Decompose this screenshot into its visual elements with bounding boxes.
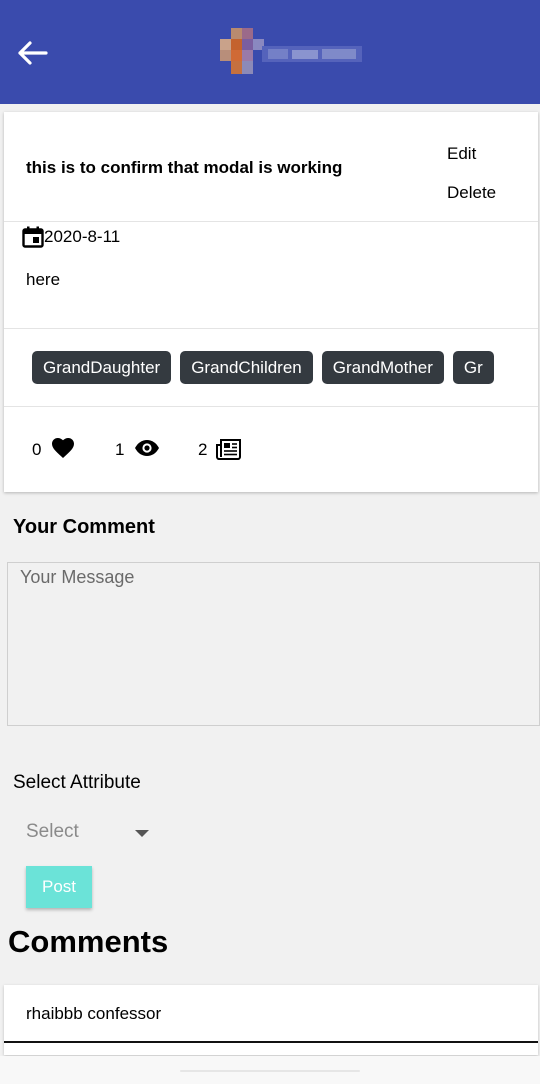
- tag-chip[interactable]: GrandDaughter: [32, 351, 172, 384]
- comments-count: 2: [198, 440, 208, 459]
- comment-author: rhaibbb confessor: [26, 1004, 162, 1023]
- divider: [4, 328, 538, 329]
- views-count: 1: [115, 440, 125, 459]
- attribute-select[interactable]: Select: [26, 821, 156, 849]
- chevron-down-icon: [135, 830, 149, 837]
- system-nav-bar: [0, 1056, 540, 1084]
- select-attribute-label: Select Attribute: [13, 772, 141, 793]
- comments-heading: Comments: [8, 924, 169, 959]
- newspaper-icon: [216, 438, 242, 465]
- tag-list[interactable]: GrandDaughter GrandChildren GrandMother Gr: [32, 351, 514, 387]
- select-value: Select: [26, 821, 79, 842]
- likes-count: 0: [32, 440, 42, 459]
- post-title: this is to confirm that modal is working: [26, 158, 343, 177]
- post-button[interactable]: Post: [26, 866, 92, 908]
- comment-divider: [4, 1041, 538, 1043]
- post-body: here: [26, 270, 61, 289]
- tag-chip[interactable]: Gr: [452, 351, 494, 384]
- calendar-icon: [22, 226, 44, 248]
- delete-menu-item[interactable]: Delete: [447, 183, 496, 203]
- message-input[interactable]: [7, 562, 540, 726]
- post-card: this is to confirm that modal is working…: [4, 112, 538, 492]
- edit-menu-item[interactable]: Edit: [447, 144, 476, 164]
- divider: [4, 221, 538, 222]
- tag-chip[interactable]: GrandMother: [321, 351, 444, 384]
- tag-chip[interactable]: GrandChildren: [180, 351, 313, 384]
- app-bar: [0, 0, 540, 104]
- post-date: 2020-8-11: [44, 227, 121, 246]
- comment-item: rhaibbb confessor: [4, 985, 538, 1055]
- blurred-username: [262, 46, 362, 62]
- eye-icon: [134, 439, 160, 462]
- back-arrow-icon[interactable]: [14, 34, 52, 72]
- user-avatar[interactable]: [220, 28, 264, 74]
- nav-handle[interactable]: [180, 1070, 360, 1072]
- your-comment-heading: Your Comment: [13, 516, 155, 538]
- divider: [4, 406, 538, 407]
- heart-icon[interactable]: [51, 437, 75, 464]
